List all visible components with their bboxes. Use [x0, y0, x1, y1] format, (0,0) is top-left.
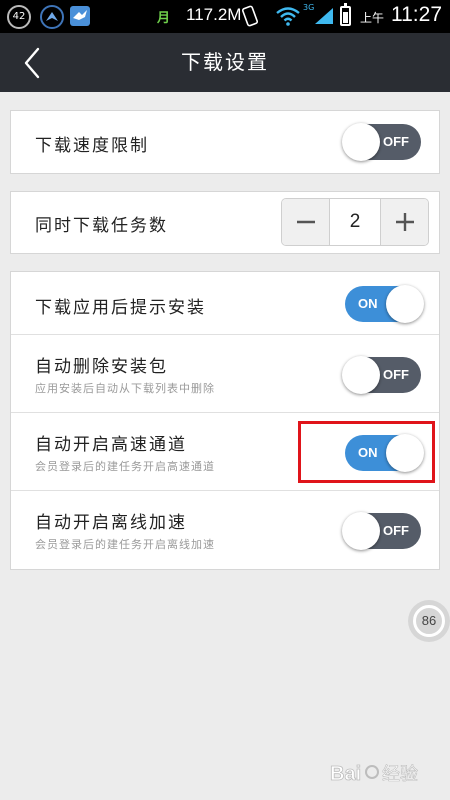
offline-accel-label: 自动开启离线加速 [35, 513, 187, 533]
speed-limit-label: 下载速度限制 [35, 136, 149, 156]
baidu-jingyan-watermark: Bai 经验 [328, 752, 446, 792]
am-pm: 上午 [360, 11, 385, 25]
floating-speed-badge[interactable]: 86 [408, 600, 450, 642]
increment-button[interactable] [380, 199, 428, 245]
speed-limit-row: 下载速度限制 OFF [11, 111, 439, 173]
concurrent-tasks-label: 同时下载任务数 [35, 216, 168, 236]
task-count-stepper: 2 [281, 198, 429, 246]
auto-delete-description: 应用安装后自动从下载列表中删除 [35, 382, 215, 395]
status-bar: 42 月 117.2M 3G 上午 11:27 [0, 0, 450, 33]
vibrate-icon [241, 5, 259, 27]
toggle-state-text: ON [358, 296, 378, 311]
toggle-state-text: OFF [383, 523, 409, 538]
concurrent-tasks-row: 同时下载任务数 2 [11, 192, 439, 253]
prompt-install-label: 下载应用后提示安装 [35, 298, 206, 318]
auto-delete-toggle[interactable]: OFF [342, 356, 421, 394]
watermark-logo: Bai 经验 [330, 763, 419, 786]
notification-count-icon: 42 [7, 5, 31, 29]
minus-icon [297, 220, 315, 224]
highlight-annotation [298, 421, 435, 483]
concurrent-tasks-card: 同时下载任务数 2 [10, 191, 440, 254]
high-speed-label: 自动开启高速通道 [35, 435, 187, 455]
auto-delete-label: 自动删除安装包 [35, 357, 168, 377]
app-notification-icon [40, 5, 64, 29]
prompt-install-toggle[interactable]: ON [345, 285, 424, 323]
svg-text:Bai: Bai [330, 763, 361, 785]
toggle-knob [342, 356, 380, 394]
signal-icon [314, 7, 334, 25]
offline-accel-row: 自动开启离线加速 会员登录后的建任务开启离线加速 OFF [11, 490, 439, 570]
page-title: 下载设置 [181, 50, 269, 74]
toggle-knob [342, 123, 380, 161]
offline-accel-description: 会员登录后的建任务开启离线加速 [35, 538, 215, 551]
battery-icon [340, 3, 351, 26]
toggle-state-text: OFF [383, 134, 409, 149]
floating-badge-value: 86 [413, 605, 445, 637]
plus-icon [396, 213, 414, 231]
navigation-bar: 下载设置 [0, 33, 450, 92]
high-speed-description: 会员登录后的建任务开启高速通道 [35, 460, 215, 473]
toggle-knob [386, 285, 424, 323]
network-speed: 117.2M [186, 5, 242, 24]
decrement-button[interactable] [282, 199, 330, 245]
bird-app-icon [70, 6, 90, 26]
chevron-left-icon [24, 47, 40, 79]
wifi-icon [276, 6, 300, 26]
network-type: 3G [303, 3, 315, 12]
svg-text:经验: 经验 [382, 764, 418, 785]
notification-count: 42 [12, 11, 26, 22]
toggle-state-text: OFF [383, 367, 409, 382]
back-button[interactable] [14, 45, 50, 81]
speed-limit-toggle[interactable]: OFF [342, 123, 421, 161]
task-count-value: 2 [349, 211, 361, 232]
sim-indicator: 月 [157, 11, 171, 26]
speed-limit-card: 下载速度限制 OFF [10, 110, 440, 174]
toggle-knob [342, 512, 380, 550]
clock: 11:27 [391, 3, 442, 26]
offline-accel-toggle[interactable]: OFF [342, 512, 421, 550]
auto-delete-row: 自动删除安装包 应用安装后自动从下载列表中删除 OFF [11, 334, 439, 414]
